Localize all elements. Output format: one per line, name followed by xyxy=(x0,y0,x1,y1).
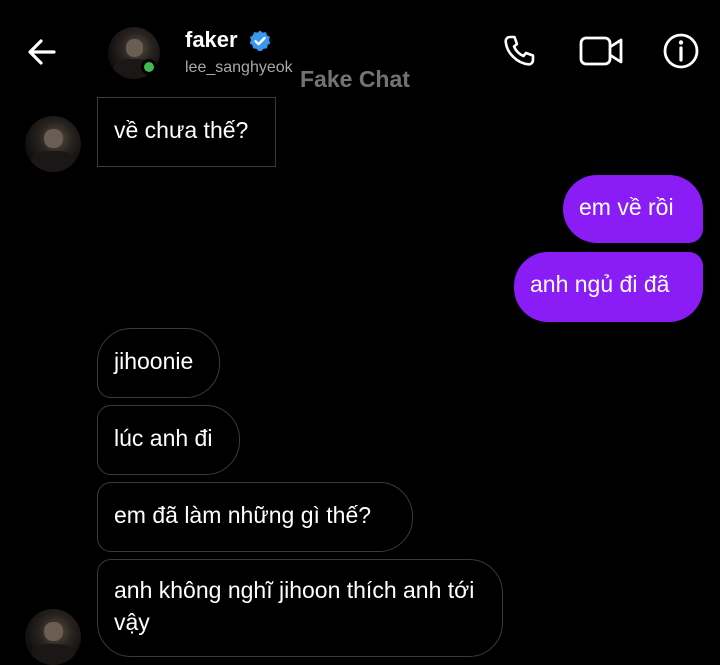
verified-badge-icon xyxy=(249,30,271,52)
message-bubble-incoming[interactable]: em đã làm những gì thế? xyxy=(97,482,413,552)
message-bubble-incoming[interactable]: về chưa thế? xyxy=(97,97,276,167)
online-status-dot xyxy=(141,59,157,75)
watermark: Fake Chat xyxy=(300,66,410,92)
message-bubble-outgoing[interactable]: anh ngủ đi đã xyxy=(514,252,703,322)
sender-avatar[interactable] xyxy=(25,116,81,172)
message-bubble-incoming[interactable]: jihoonie xyxy=(97,328,220,398)
chat-header: faker lee_sanghyeok Fake Chat xyxy=(0,0,720,100)
message-bubble-outgoing[interactable]: em về rồi xyxy=(563,175,703,243)
message-bubble-incoming[interactable]: lúc anh đi xyxy=(97,405,240,475)
contact-name[interactable]: faker xyxy=(185,27,238,53)
contact-username: lee_sanghyeok xyxy=(185,59,293,76)
sender-avatar[interactable] xyxy=(25,609,81,665)
phone-icon[interactable] xyxy=(499,31,539,71)
arrow-left-icon[interactable] xyxy=(24,34,60,70)
message-bubble-incoming[interactable]: anh không nghĩ jihoon thích anh tới vậy xyxy=(97,559,503,657)
info-icon[interactable] xyxy=(661,31,701,71)
video-camera-icon[interactable] xyxy=(579,31,625,71)
